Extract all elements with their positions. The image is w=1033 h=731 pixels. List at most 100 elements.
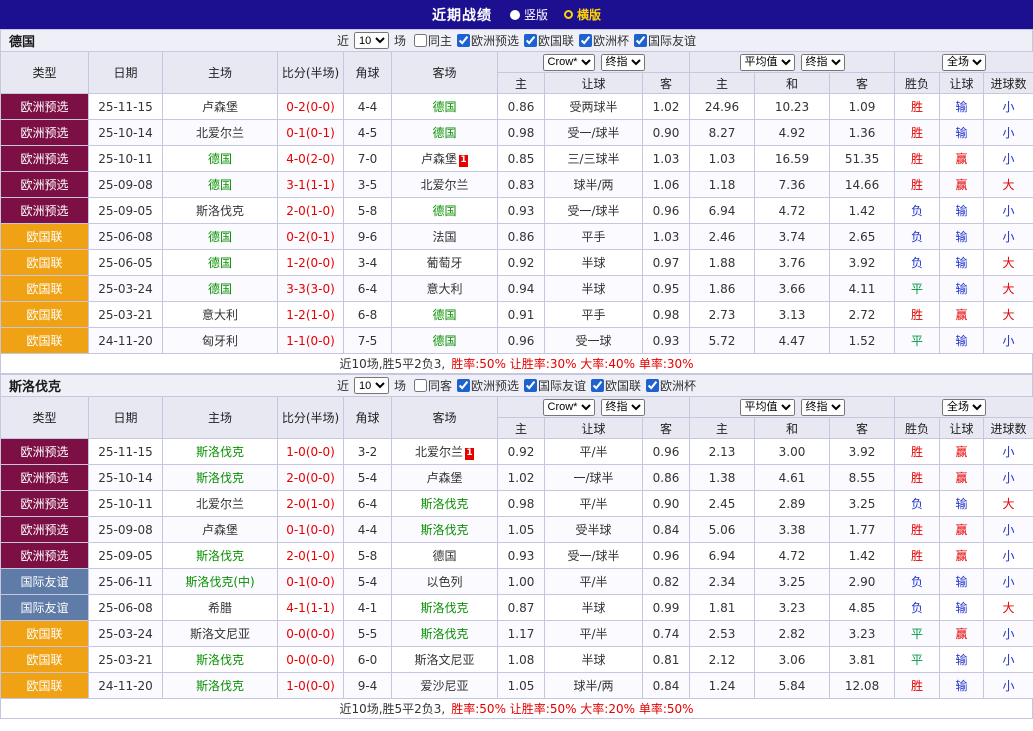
away-team-cell: 斯洛伐克 (392, 621, 498, 647)
away-team-link[interactable]: 斯洛文尼亚 (414, 653, 474, 667)
col-header-result-handicap: 让球 (940, 73, 984, 94)
filter-checkbox-input[interactable] (591, 379, 604, 392)
away-team-cell: 北爱尔兰1 (392, 439, 498, 465)
bookmaker-select[interactable]: Crow* (543, 54, 595, 71)
home-team-link[interactable]: 德国 (208, 152, 232, 166)
home-team-link[interactable]: 斯洛伐克 (196, 549, 244, 563)
initial-handicap: 受一/球半 (545, 543, 643, 569)
away-team-link[interactable]: 斯洛伐克 (420, 601, 468, 615)
filter-checkbox[interactable]: 国际友谊 (524, 377, 586, 394)
home-team-link[interactable]: 斯洛伐克 (196, 445, 244, 459)
summary-record: 近10场,胜5平2负3, (339, 700, 445, 717)
results-table: 类型 日期 主场 比分(半场) 角球 客场 Crow*终指 平均值终指 全场 (0, 396, 1033, 699)
radio-selected-icon (510, 10, 520, 20)
score-value: 2-0(1-0) (278, 491, 344, 517)
away-team-link[interactable]: 意大利 (426, 282, 462, 296)
away-team-link[interactable]: 北爱尔兰 (420, 178, 468, 192)
match-row: 欧洲预选 25-11-15 斯洛伐克 1-0(0-0) 3-2 北爱尔兰1 0.… (1, 439, 1033, 465)
view-option-vertical[interactable]: 竖版 (510, 6, 548, 23)
fulltime-select[interactable]: 全场 (942, 54, 986, 71)
home-team-link[interactable]: 斯洛伐克 (196, 471, 244, 485)
avg-draw-odds: 3.25 (755, 569, 830, 595)
initial-home-odds: 1.05 (498, 673, 545, 699)
away-team-link[interactable]: 德国 (432, 204, 456, 218)
filter-checkbox-input[interactable] (579, 34, 592, 47)
score-value: 2-0(1-0) (278, 198, 344, 224)
filter-checkbox[interactable]: 欧洲预选 (457, 32, 519, 49)
home-team-link[interactable]: 意大利 (202, 308, 238, 322)
home-team-cell: 卢森堡 (163, 517, 278, 543)
initial-stage-select[interactable]: 终指 (601, 54, 645, 71)
initial-stage-select[interactable]: 终指 (601, 399, 645, 416)
home-team-link[interactable]: 德国 (208, 230, 232, 244)
corners-value: 4-1 (344, 595, 392, 621)
avg-draw-odds: 3.38 (755, 517, 830, 543)
avg-away-odds: 14.66 (830, 172, 895, 198)
home-team-link[interactable]: 德国 (208, 282, 232, 296)
bookmaker-select[interactable]: Crow* (543, 399, 595, 416)
filter-checkbox[interactable]: 欧洲杯 (646, 377, 696, 394)
view-option-horizontal[interactable]: 横版 (564, 6, 601, 23)
filter-checkbox[interactable]: 欧洲预选 (457, 377, 519, 394)
fulltime-select[interactable]: 全场 (942, 399, 986, 416)
home-team-link[interactable]: 德国 (208, 178, 232, 192)
away-team-link[interactable]: 卢森堡 (426, 471, 462, 485)
filter-checkbox[interactable]: 欧国联 (591, 377, 641, 394)
avg-away-odds: 4.11 (830, 276, 895, 302)
away-team-cell: 爱沙尼亚 (392, 673, 498, 699)
home-team-link[interactable]: 斯洛伐克 (196, 204, 244, 218)
filter-checkbox-input[interactable] (634, 34, 647, 47)
away-team-link[interactable]: 德国 (432, 334, 456, 348)
filter-checkbox-input[interactable] (414, 34, 427, 47)
away-team-link[interactable]: 德国 (432, 126, 456, 140)
filter-checkbox-input[interactable] (524, 379, 537, 392)
filter-checkbox-input[interactable] (457, 379, 470, 392)
away-team-link[interactable]: 德国 (432, 100, 456, 114)
result-wdl: 负 (895, 491, 940, 517)
home-team-link[interactable]: 斯洛文尼亚 (190, 627, 250, 641)
average-stage-select[interactable]: 终指 (801, 399, 845, 416)
home-team-link[interactable]: 德国 (208, 256, 232, 270)
match-count-select[interactable]: 10 (354, 32, 389, 49)
team-name: 斯洛伐克 (9, 376, 61, 395)
away-team-link[interactable]: 斯洛伐克 (420, 627, 468, 641)
away-team-link[interactable]: 德国 (432, 308, 456, 322)
col-header-avg-away: 客 (830, 73, 895, 94)
average-select[interactable]: 平均值 (740, 399, 795, 416)
filter-checkbox[interactable]: 同客 (414, 377, 452, 394)
home-team-link[interactable]: 北爱尔兰 (196, 497, 244, 511)
away-team-link[interactable]: 斯洛伐克 (420, 523, 468, 537)
filter-checkbox[interactable]: 同主 (414, 32, 452, 49)
home-team-link[interactable]: 斯洛伐克 (196, 679, 244, 693)
match-count-select[interactable]: 10 (354, 377, 389, 394)
away-team-link[interactable]: 以色列 (426, 575, 462, 589)
away-team-link[interactable]: 卢森堡 (421, 152, 457, 166)
away-team-link[interactable]: 德国 (432, 549, 456, 563)
away-team-link[interactable]: 葡萄牙 (426, 256, 462, 270)
filter-checkbox[interactable]: 欧洲杯 (579, 32, 629, 49)
match-date: 24-11-20 (89, 328, 163, 354)
filter-checkbox[interactable]: 欧国联 (524, 32, 574, 49)
filter-checkbox-input[interactable] (414, 379, 427, 392)
home-team-link[interactable]: 斯洛伐克(中) (185, 575, 254, 589)
home-team-link[interactable]: 卢森堡 (202, 523, 238, 537)
filter-checkbox[interactable]: 国际友谊 (634, 32, 696, 49)
home-team-link[interactable]: 匈牙利 (202, 334, 238, 348)
initial-home-odds: 0.86 (498, 94, 545, 120)
home-team-link[interactable]: 斯洛伐克 (196, 653, 244, 667)
filter-checkbox-input[interactable] (524, 34, 537, 47)
average-select[interactable]: 平均值 (740, 54, 795, 71)
home-team-link[interactable]: 卢森堡 (202, 100, 238, 114)
initial-handicap: 受两球半 (545, 94, 643, 120)
avg-draw-odds: 3.76 (755, 250, 830, 276)
home-team-link[interactable]: 北爱尔兰 (196, 126, 244, 140)
initial-home-odds: 0.94 (498, 276, 545, 302)
average-stage-select[interactable]: 终指 (801, 54, 845, 71)
away-team-link[interactable]: 北爱尔兰 (415, 445, 463, 459)
filter-checkbox-input[interactable] (646, 379, 659, 392)
filter-checkbox-input[interactable] (457, 34, 470, 47)
away-team-link[interactable]: 爱沙尼亚 (420, 679, 468, 693)
away-team-link[interactable]: 斯洛伐克 (420, 497, 468, 511)
home-team-link[interactable]: 希腊 (208, 601, 232, 615)
away-team-link[interactable]: 法国 (432, 230, 456, 244)
